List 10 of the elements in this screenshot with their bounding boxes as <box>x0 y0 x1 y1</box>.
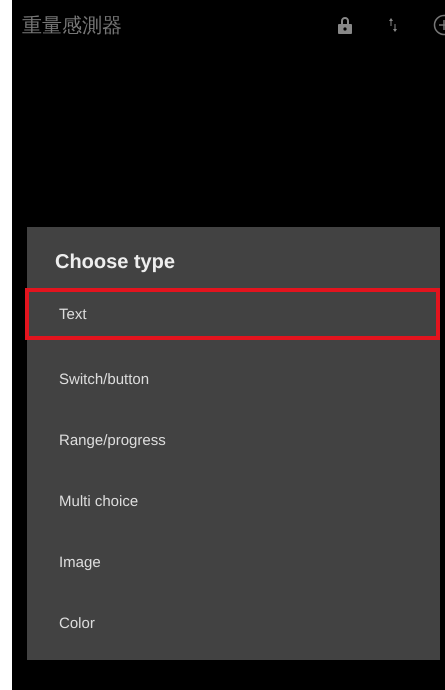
type-option[interactable]: Switch/button <box>27 349 442 410</box>
type-option[interactable]: Text <box>25 288 440 340</box>
lock-icon[interactable] <box>338 16 352 34</box>
type-option[interactable]: Color <box>27 593 442 654</box>
type-option[interactable]: Multi choice <box>27 471 442 532</box>
type-option[interactable]: Range/progress <box>27 410 442 471</box>
sort-icon[interactable] <box>388 17 398 33</box>
dialog-title: Choose type <box>54 251 176 275</box>
app-title: 重量感測器 <box>22 12 123 38</box>
type-option[interactable]: Image <box>27 532 442 593</box>
